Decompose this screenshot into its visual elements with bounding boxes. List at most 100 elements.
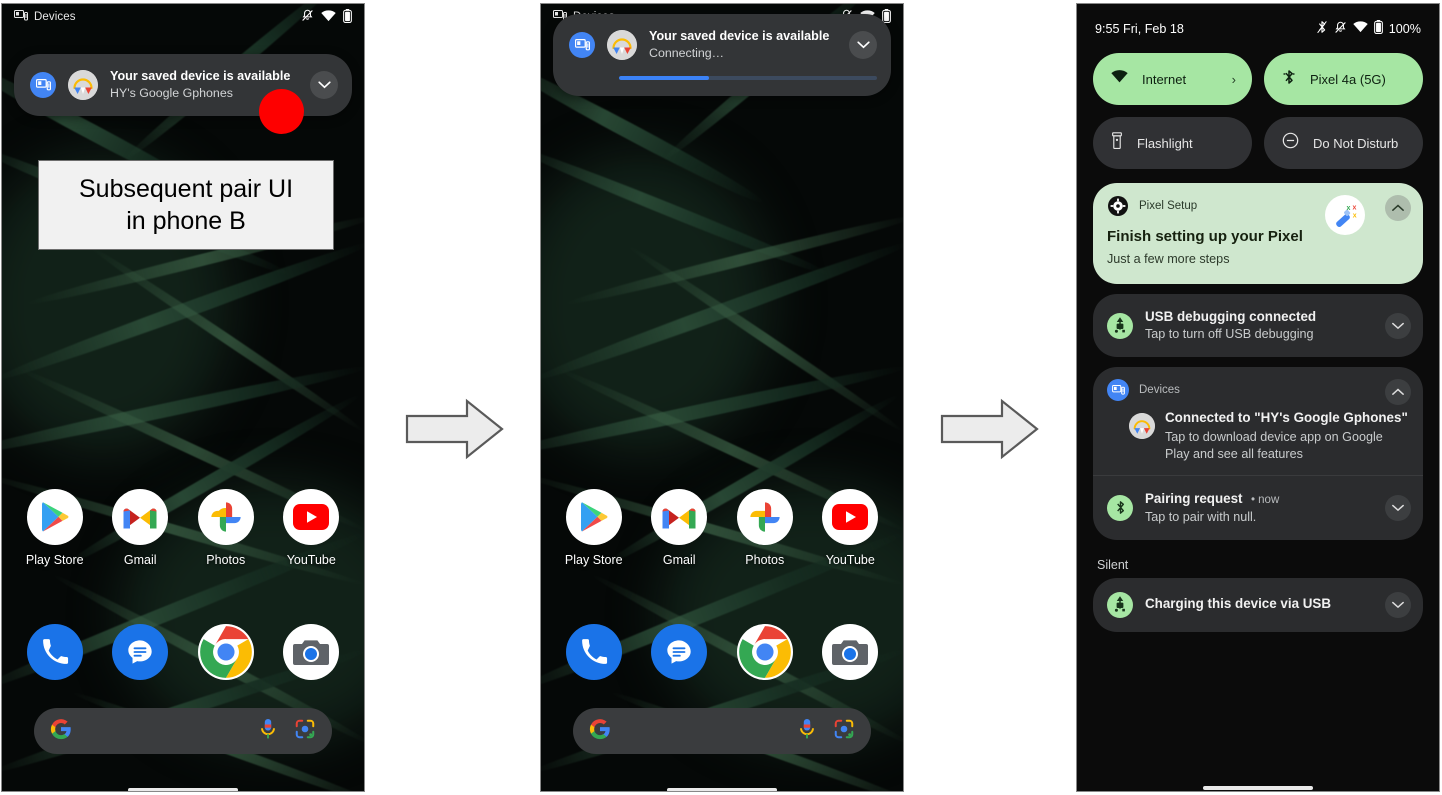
notification-body: Just a few more steps bbox=[1107, 252, 1230, 267]
gmail-icon bbox=[651, 489, 708, 545]
bluetooth-icon bbox=[1282, 69, 1296, 90]
app-play-store[interactable]: Play Store bbox=[558, 489, 630, 567]
app-photos[interactable]: Photos bbox=[729, 489, 801, 567]
notification-body: Tap to download device app on Google Pla… bbox=[1165, 430, 1383, 462]
red-marker-dot bbox=[259, 89, 304, 134]
tile-label: Flashlight bbox=[1137, 135, 1193, 151]
app-label: Photos bbox=[206, 553, 246, 567]
heads-up-notification-b[interactable]: Your saved device is available Connectin… bbox=[553, 14, 891, 97]
chevron-down-icon[interactable] bbox=[310, 71, 338, 100]
app-photos[interactable]: Photos bbox=[190, 489, 262, 567]
google-search-bar[interactable] bbox=[573, 708, 871, 754]
notification-pairing-request[interactable]: Pairing request • now Tap to pair with n… bbox=[1107, 490, 1411, 525]
dock-b bbox=[541, 624, 903, 680]
camera-icon[interactable] bbox=[822, 624, 879, 680]
notification-list: Pixel Setup x x x Finish setting up your… bbox=[1077, 169, 1439, 540]
youtube-icon bbox=[822, 489, 879, 545]
chevron-down-icon[interactable] bbox=[1385, 312, 1411, 339]
app-play-store[interactable]: Play Store bbox=[19, 489, 91, 567]
youtube-icon bbox=[283, 489, 340, 545]
notification-shade: 9:55 Fri, Feb 18 100% Internet › Pixel 4… bbox=[1077, 4, 1439, 791]
app-youtube[interactable]: YouTube bbox=[814, 489, 886, 567]
notification-group-devices[interactable]: Devices Connected to "HY's Google Gphone… bbox=[1093, 367, 1423, 540]
chevron-down-icon[interactable] bbox=[1385, 591, 1411, 618]
app-label: Play Store bbox=[25, 553, 84, 567]
chevron-up-icon[interactable] bbox=[1385, 195, 1411, 221]
silent-section-label: Silent bbox=[1097, 557, 1129, 572]
app-label: Play Store bbox=[564, 553, 623, 567]
connecting-progress-bar bbox=[619, 76, 877, 81]
google-search-bar[interactable] bbox=[34, 708, 332, 754]
navigation-pill[interactable] bbox=[667, 788, 777, 791]
notification-body: Tap to turn off USB debugging bbox=[1145, 327, 1314, 342]
notification-title: USB debugging connected bbox=[1145, 309, 1317, 325]
dock-a bbox=[2, 624, 364, 680]
google-g-icon bbox=[589, 718, 611, 745]
app-label: YouTube bbox=[286, 553, 336, 567]
progress-fill bbox=[619, 76, 710, 81]
notification-time: • now bbox=[1250, 494, 1280, 507]
silent-notification-list: Charging this device via USB bbox=[1077, 577, 1439, 632]
app-gmail[interactable]: Gmail bbox=[643, 489, 715, 567]
tile-label: Internet bbox=[1142, 71, 1187, 87]
google-g-icon bbox=[50, 718, 72, 745]
navigation-pill[interactable] bbox=[1203, 786, 1313, 790]
tile-flashlight[interactable]: Flashlight bbox=[1093, 117, 1252, 169]
notification-title: Your saved device is available bbox=[110, 69, 291, 83]
microphone-icon[interactable] bbox=[797, 718, 817, 745]
gmail-icon bbox=[112, 489, 169, 545]
chrome-icon[interactable] bbox=[197, 624, 254, 680]
google-photos-icon bbox=[736, 489, 793, 545]
notification-usb-debugging[interactable]: USB debugging connected Tap to turn off … bbox=[1093, 294, 1423, 358]
messages-icon[interactable] bbox=[112, 624, 169, 680]
chevron-right-icon[interactable]: › bbox=[1232, 72, 1236, 87]
chevron-up-icon[interactable] bbox=[1385, 379, 1411, 406]
headphones-icon bbox=[607, 30, 637, 61]
figure-canvas: Devices Your saved device is available H… bbox=[0, 0, 1442, 795]
play-store-icon bbox=[26, 489, 83, 545]
google-photos-icon bbox=[197, 489, 254, 545]
play-store-icon bbox=[565, 489, 622, 545]
wifi-icon bbox=[321, 9, 336, 25]
google-lens-icon[interactable] bbox=[294, 718, 316, 745]
battery-percent: 100% bbox=[1388, 21, 1421, 36]
app-label: Gmail bbox=[123, 553, 157, 567]
microphone-icon[interactable] bbox=[258, 718, 278, 745]
notification-title: Your saved device is available bbox=[649, 29, 830, 43]
svg-text:x: x bbox=[1353, 213, 1357, 220]
app-label: YouTube bbox=[825, 553, 875, 567]
tile-label: Do Not Disturb bbox=[1313, 135, 1399, 151]
app-label: Photos bbox=[745, 553, 785, 567]
headphones-icon bbox=[1129, 413, 1155, 440]
chrome-icon[interactable] bbox=[736, 624, 793, 680]
tile-bluetooth[interactable]: Pixel 4a (5G) bbox=[1264, 53, 1423, 105]
app-youtube[interactable]: YouTube bbox=[275, 489, 347, 567]
notification-app-name: Devices bbox=[1139, 384, 1180, 397]
arrow-b-to-c bbox=[940, 398, 1040, 465]
phone-icon[interactable] bbox=[565, 624, 622, 680]
phone-icon[interactable] bbox=[26, 624, 83, 680]
devices-icon bbox=[569, 32, 595, 59]
notification-title: Finish setting up your Pixel bbox=[1107, 228, 1303, 245]
tile-internet[interactable]: Internet › bbox=[1093, 53, 1252, 105]
app-grid-a: Play Store Gmail Photos YouTube bbox=[2, 489, 364, 567]
messages-icon[interactable] bbox=[651, 624, 708, 680]
notification-charging-usb[interactable]: Charging this device via USB bbox=[1093, 577, 1423, 632]
app-grid-b: Play Store Gmail Photos YouTube bbox=[541, 489, 903, 567]
navigation-pill[interactable] bbox=[128, 788, 238, 791]
chevron-down-icon[interactable] bbox=[849, 31, 877, 60]
tile-do-not-disturb[interactable]: Do Not Disturb bbox=[1264, 117, 1423, 169]
battery-icon bbox=[343, 8, 352, 26]
notification-pixel-setup[interactable]: Pixel Setup x x x Finish setting up your… bbox=[1093, 183, 1423, 285]
camera-icon[interactable] bbox=[283, 624, 340, 680]
usb-icon bbox=[1107, 312, 1133, 339]
phone-screen-a: Devices Your saved device is available H… bbox=[1, 3, 365, 792]
phone-screen-c: 9:55 Fri, Feb 18 100% Internet › Pixel 4… bbox=[1076, 3, 1440, 792]
arrow-a-to-b bbox=[405, 398, 505, 465]
notification-title: Connected to "HY's Google Gphones" bbox=[1165, 410, 1408, 426]
chevron-down-icon[interactable] bbox=[1385, 494, 1411, 521]
app-gmail[interactable]: Gmail bbox=[104, 489, 176, 567]
google-lens-icon[interactable] bbox=[833, 718, 855, 745]
flashlight-icon bbox=[1111, 132, 1123, 154]
usb-icon bbox=[1107, 591, 1133, 618]
